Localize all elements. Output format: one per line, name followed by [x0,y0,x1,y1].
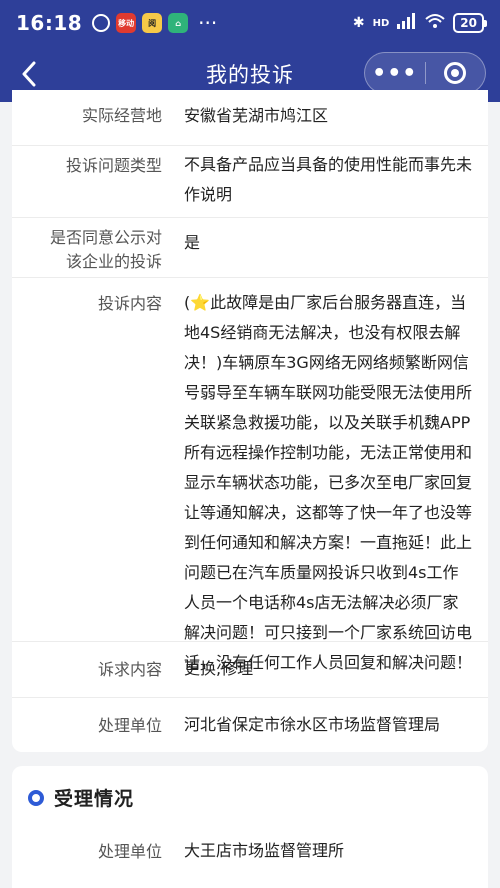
public-consent-value: 是 [184,233,201,252]
handling-unit-value: 河北省保定市徐水区市场监督管理局 [184,715,441,734]
acceptance-handling-unit-label: 处理单位 [97,842,162,861]
row-handling-unit: 处理单位 河北省保定市徐水区市场监督管理局 [12,698,488,752]
section-dot-icon [28,789,44,806]
complaint-type-value: 不具备产品应当具备的使用性能而事先未作说明 [184,155,473,204]
acceptance-header: 受理情况 [28,784,134,811]
row-public-consent: 是否同意公示对 该企业的投诉 是 [12,218,488,278]
mini-program-capsule: ••• [364,52,486,94]
page-title: 我的投诉 [206,63,294,87]
acceptance-card: 受理情况 处理单位 大王店市场监督管理所 [12,766,488,888]
status-indicators: ✱ HD 20 [352,13,487,33]
row-demand: 诉求内容 更换,修理 [12,642,488,698]
battery-level: 20 [460,16,477,30]
operating-location-value: 安徽省芜湖市鸠江区 [184,106,329,125]
signal-icon [397,13,417,33]
close-button[interactable] [425,53,485,93]
status-time: 16:18 [16,11,83,35]
row-complaint-content: 投诉内容 (⭐此故障是由厂家后台服务器直连，当地4S经销商无法解决，也没有权限去… [12,278,488,672]
more-button[interactable]: ••• [365,53,425,93]
status-bar: 16:18 移动 阅 ⌂ ··· ✱ HD 20 [0,0,500,46]
battery-icon: 20 [453,13,487,33]
reader-app-icon: 阅 [142,13,163,33]
demand-label: 诉求内容 [97,660,162,679]
acceptance-title: 受理情况 [54,788,135,810]
chevron-left-icon [22,61,36,87]
complaint-detail-card: 实际经营地 安徽省芜湖市鸠江区 投诉问题类型 不具备产品应当具备的使用性能而事先… [12,90,488,752]
alarm-icon [92,14,111,32]
public-consent-label-line2: 该企业的投诉 [65,252,162,271]
network-label: HD [372,17,390,29]
target-icon [444,62,467,84]
public-consent-label-line1: 是否同意公示对 [49,228,162,247]
row-acceptance-handling-unit: 处理单位 大王店市场监督管理所 [12,836,488,876]
bluetooth-icon: ✱ [352,15,365,31]
operating-location-label: 实际经营地 [81,106,162,125]
status-app-icons: 移动 阅 ⌂ [92,13,189,33]
bank-app-icon: 移动 [116,13,137,33]
row-complaint-type: 投诉问题类型 不具备产品应当具备的使用性能而事先未作说明 [12,146,488,218]
acceptance-handling-unit-value: 大王店市场监督管理所 [184,841,345,860]
home-app-icon: ⌂ [168,13,189,33]
public-consent-label: 是否同意公示对 该企业的投诉 [50,226,162,274]
complaint-content-value: (⭐此故障是由厂家后台服务器直连，当地4S经销商无法解决，也没有权限去解决！)车… [184,293,473,672]
demand-value: 更换,修理 [184,659,254,678]
wifi-icon [425,13,445,33]
status-more-icon: ··· [198,11,218,35]
complaint-type-label: 投诉问题类型 [65,156,162,175]
row-operating-location: 实际经营地 安徽省芜湖市鸠江区 [12,102,488,146]
back-button[interactable] [14,58,44,90]
more-icon: ••• [372,60,418,86]
handling-unit-label: 处理单位 [97,716,162,735]
complaint-content-label: 投诉内容 [97,294,162,313]
